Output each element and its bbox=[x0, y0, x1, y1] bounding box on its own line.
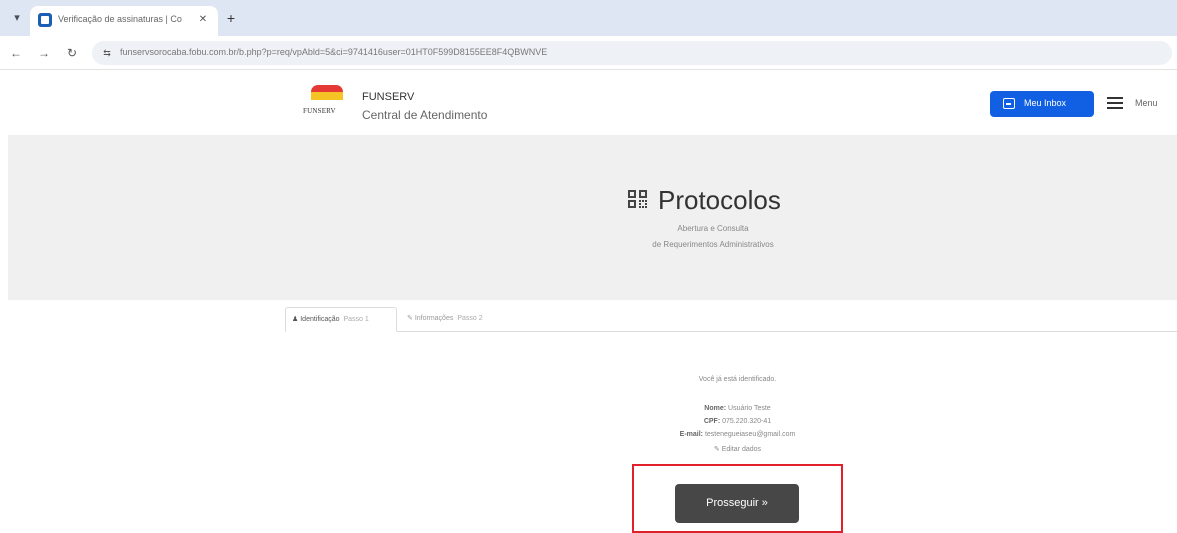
qr-code-icon bbox=[628, 190, 650, 210]
step-label: Informações bbox=[414, 315, 454, 322]
logo-flag-yellow bbox=[311, 92, 343, 100]
cpf-row: CPF: 075.220.320-41 bbox=[600, 418, 875, 425]
new-tab-icon[interactable]: + bbox=[222, 9, 240, 27]
page-title: Protocolos bbox=[658, 185, 781, 215]
inbox-button[interactable]: Meu Inbox bbox=[990, 91, 1094, 117]
tab-identificacao[interactable]: ♟ Identificação Passo 1 bbox=[285, 307, 397, 332]
pencil-icon: ✎ bbox=[713, 446, 720, 453]
hero-banner: Protocolos Abertura e Consulta de Requer… bbox=[8, 135, 1177, 300]
step-number: Passo 2 bbox=[457, 315, 483, 322]
page-subtitle-line-2: de Requerimentos Administrativos bbox=[652, 240, 774, 249]
file-icon: ✎ bbox=[407, 315, 413, 322]
name-label: Nome: bbox=[704, 405, 727, 412]
page-subtitle-line-1: Abertura e Consulta bbox=[677, 224, 749, 233]
address-bar: ← → ↻ ⇆ funservsorocaba.fobu.com.br/b.ph… bbox=[0, 36, 1177, 70]
menu-button[interactable]: Menu bbox=[1105, 94, 1171, 114]
url-text: funservsorocaba.fobu.com.br/b.php?p=req/… bbox=[120, 47, 548, 57]
step-tabs: ♟ Identificação Passo 1 ✎ Informações Pa… bbox=[285, 307, 1177, 332]
tab-list-icon[interactable]: ▾ bbox=[8, 9, 26, 27]
edit-data-link[interactable]: ✎ Editar dados bbox=[600, 445, 875, 453]
cpf-label: CPF: bbox=[703, 418, 721, 425]
browser-tab-strip: ▾ Verificação de assinaturas | Co ✕ + bbox=[0, 0, 1177, 36]
email-value: testenegueiaseu@gmail.com bbox=[704, 431, 796, 438]
browser-tab[interactable]: Verificação de assinaturas | Co ✕ bbox=[30, 6, 218, 36]
tab-informacoes[interactable]: ✎ Informações Passo 2 bbox=[403, 307, 513, 332]
step-number: Passo 1 bbox=[343, 316, 369, 323]
step-label: Identificação bbox=[300, 316, 340, 323]
back-icon[interactable]: ← bbox=[8, 45, 24, 61]
brand-subtitle: Central de Atendimento bbox=[362, 108, 488, 122]
funserv-logo[interactable]: FUNSERV bbox=[303, 85, 345, 119]
brand-name: FUNSERV bbox=[362, 91, 415, 103]
proceed-button[interactable]: Prosseguir » bbox=[675, 484, 799, 523]
favicon-icon bbox=[38, 13, 52, 27]
name-row: Nome: Usuário Teste bbox=[600, 405, 875, 412]
email-label: E-mail: bbox=[679, 431, 703, 438]
logo-text: FUNSERV bbox=[303, 107, 336, 115]
name-value: Usuário Teste bbox=[728, 405, 771, 412]
inbox-label: Meu Inbox bbox=[1024, 98, 1067, 108]
identification-panel: Você já está identificado. Nome: Usuário… bbox=[600, 370, 875, 460]
identified-message: Você já está identificado. bbox=[698, 376, 777, 383]
url-field[interactable]: ⇆ funservsorocaba.fobu.com.br/b.php?p=re… bbox=[92, 41, 1172, 65]
reload-icon[interactable]: ↻ bbox=[64, 45, 80, 61]
forward-icon[interactable]: → bbox=[36, 45, 52, 61]
close-tab-icon[interactable]: ✕ bbox=[196, 13, 210, 27]
logo-flag-red bbox=[311, 85, 343, 92]
user-icon: ♟ bbox=[292, 316, 299, 323]
site-info-icon[interactable]: ⇆ bbox=[100, 46, 114, 60]
inbox-icon bbox=[1003, 98, 1015, 109]
tab-title: Verificação de assinaturas | Co bbox=[58, 14, 182, 24]
email-row: E-mail: testenegueiaseu@gmail.com bbox=[600, 431, 875, 438]
hamburger-icon bbox=[1107, 97, 1123, 109]
menu-label: Menu bbox=[1135, 98, 1158, 108]
cpf-value: 075.220.320-41 bbox=[722, 418, 772, 425]
site-header: FUNSERV FUNSERV Central de Atendimento M… bbox=[0, 70, 1177, 135]
edit-data-label: Editar dados bbox=[721, 446, 762, 453]
